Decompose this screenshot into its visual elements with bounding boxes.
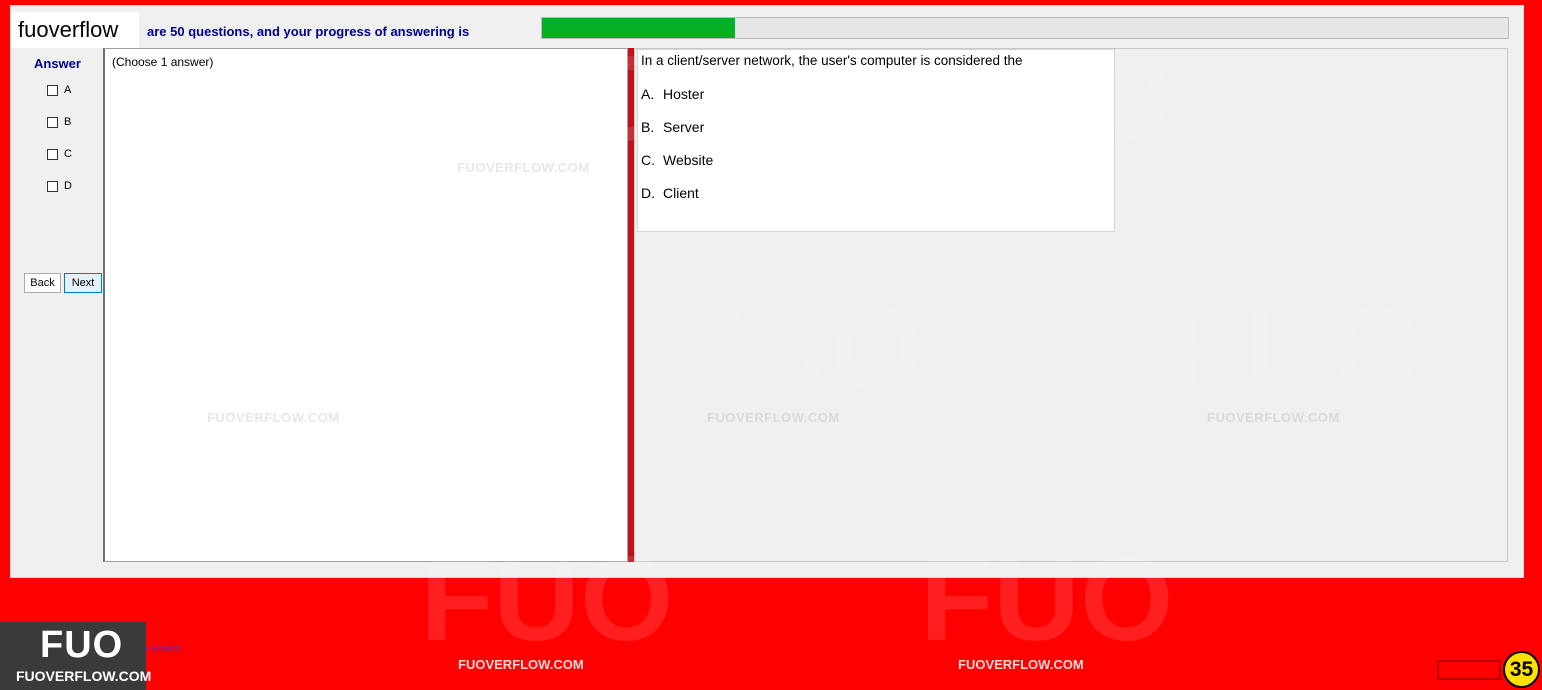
watermark-text: FUOVERFLOW.COM — [958, 657, 1084, 672]
brand-label: fuoverflow — [11, 12, 139, 48]
question-text: In a client/server network, the user's c… — [641, 53, 1023, 68]
option-letter: C. — [641, 152, 655, 168]
logo-subtext: FUOVERFLOW.COM — [16, 668, 152, 684]
option-text: Server — [663, 119, 705, 135]
question-option-c: C. Website — [641, 152, 713, 168]
answer-option-label: B — [64, 116, 72, 128]
question-box: In a client/server network, the user's c… — [637, 49, 1115, 232]
answer-option-label: C — [64, 148, 72, 160]
checkbox[interactable] — [47, 84, 58, 96]
question-counter: 35 — [1503, 651, 1540, 688]
checkbox[interactable] — [47, 148, 58, 160]
option-text: Hoster — [663, 86, 705, 102]
question-option-a: A. Hoster — [641, 86, 704, 102]
question-option-b: B. Server — [641, 119, 704, 135]
progress-bar — [541, 17, 1509, 39]
answer-panel: (Choose 1 answer) — [103, 48, 628, 562]
logo-text: FUO — [40, 624, 124, 666]
option-text: Client — [663, 185, 699, 201]
option-letter: D. — [641, 185, 655, 201]
choose-instruction: (Choose 1 answer) — [112, 55, 214, 69]
progress-text: are 50 questions, and your progress of a… — [147, 24, 470, 39]
option-text: Website — [663, 152, 714, 168]
progress-bar-fill — [542, 18, 736, 38]
watermark-text: FUOVERFLOW.COM — [458, 657, 584, 672]
option-letter: A. — [641, 86, 655, 102]
checkbox[interactable] — [47, 116, 58, 128]
answer-option-d[interactable]: D — [47, 180, 72, 192]
back-button[interactable]: Back — [24, 273, 61, 293]
answer-option-a[interactable]: A — [47, 84, 71, 96]
answer-title: Answer — [34, 56, 81, 71]
submit-button[interactable] — [1437, 660, 1501, 680]
option-letter: B. — [641, 119, 655, 135]
answer-option-c[interactable]: C — [47, 148, 72, 160]
answer-option-b[interactable]: B — [47, 116, 71, 128]
question-option-d: D. Client — [641, 185, 699, 201]
checkbox[interactable] — [47, 180, 58, 192]
answer-option-label: A — [64, 84, 72, 96]
fuoverflow-logo: FUO FUOVERFLOW.COM — [0, 622, 151, 690]
next-button[interactable]: Next — [64, 273, 102, 293]
answer-option-label: D — [64, 180, 72, 192]
